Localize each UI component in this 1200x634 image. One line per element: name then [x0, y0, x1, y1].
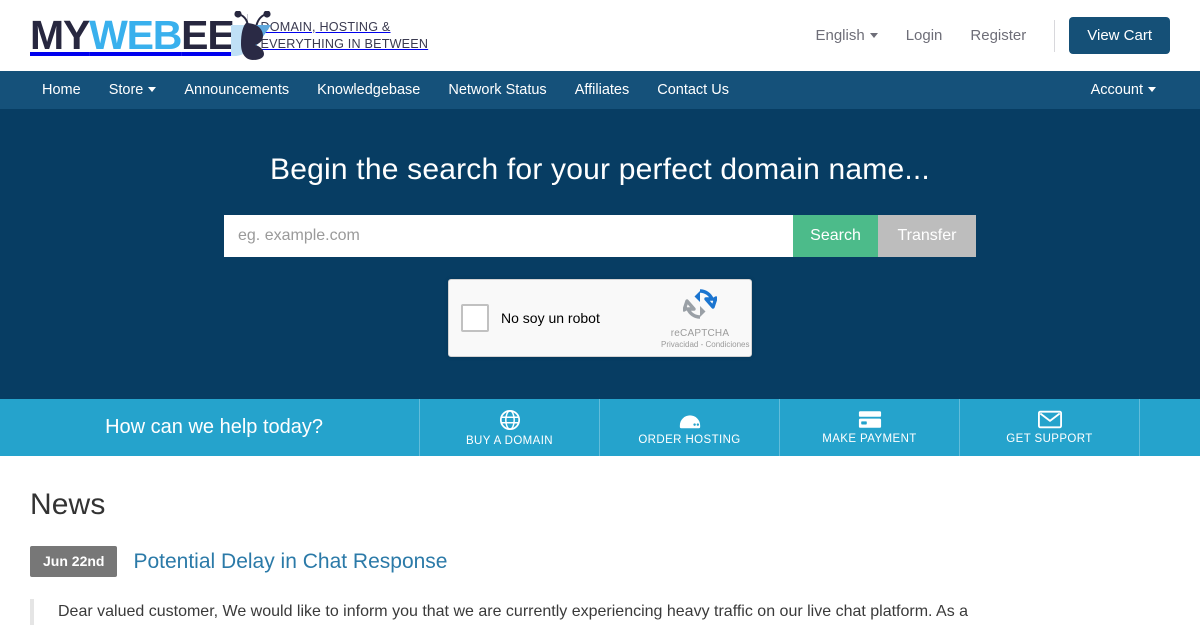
nav-item-account[interactable]: Account [1077, 71, 1170, 109]
nav-item-home[interactable]: Home [30, 71, 95, 109]
language-label: English [815, 27, 865, 44]
search-button[interactable]: Search [793, 215, 878, 257]
site-logo[interactable]: MYWEBEE DOMAIN, HOSTING & EVERYTHING IN … [30, 0, 428, 71]
nav-item-account-label: Account [1090, 82, 1143, 98]
recaptcha-checkbox[interactable] [461, 304, 489, 332]
news-title-link[interactable]: Potential Delay in Chat Response [133, 550, 447, 574]
domain-search-form: Search Transfer [224, 215, 976, 257]
help-action-label: MAKE PAYMENT [822, 433, 917, 445]
logo-text-web: WEB [89, 12, 182, 58]
view-cart-button[interactable]: View Cart [1069, 17, 1170, 54]
nav-item-contact-us[interactable]: Contact Us [643, 71, 743, 109]
language-selector[interactable]: English [801, 21, 891, 50]
bee-icon [231, 11, 271, 60]
hero-section: Begin the search for your perfect domain… [0, 109, 1200, 399]
chevron-down-icon [869, 33, 878, 38]
envelope-icon [1037, 410, 1062, 429]
top-bar: MYWEBEE DOMAIN, HOSTING & EVERYTHING IN … [0, 0, 1200, 71]
nav-item-announcements[interactable]: Announcements [170, 71, 303, 109]
recaptcha-logo-icon [682, 289, 718, 319]
nav-item-knowledgebase[interactable]: Knowledgebase [303, 71, 434, 109]
help-action-get-support[interactable]: GET SUPPORT [960, 399, 1140, 456]
help-action-label: ORDER HOSTING [638, 433, 741, 446]
chevron-down-icon [1148, 87, 1156, 92]
server-icon [679, 414, 700, 428]
logo-text-my: MY [30, 12, 90, 58]
help-action-make-payment[interactable]: MAKE PAYMENT [780, 399, 960, 456]
credit-card-icon [858, 411, 881, 428]
nav-item-network-status[interactable]: Network Status [434, 71, 560, 109]
top-bar-divider [1054, 19, 1056, 52]
logo-tagline-line2: EVERYTHING IN BETWEEN [260, 36, 429, 51]
help-action-label: BUY A DOMAIN [465, 434, 554, 447]
nav-item-store[interactable]: Store [95, 71, 171, 109]
nav-item-affiliates[interactable]: Affiliates [561, 71, 644, 109]
news-section: News Jun 22nd Potential Delay in Chat Re… [0, 456, 1200, 625]
news-body-text: Dear valued customer, We would like to i… [30, 599, 1170, 625]
quick-help-bar: How can we help today? BUY A DOMAIN ORDE… [0, 399, 1200, 456]
help-action-order-hosting[interactable]: ORDER HOSTING [600, 399, 780, 456]
transfer-button[interactable]: Transfer [878, 215, 976, 257]
globe-icon [499, 409, 520, 430]
recaptcha-widget[interactable]: No soy un robot reCAPTCHA Privacidad - C… [448, 279, 752, 357]
recaptcha-branding: reCAPTCHA Privacidad - Condiciones [661, 287, 750, 349]
recaptcha-label: No soy un robot [501, 310, 600, 326]
news-heading: News [30, 488, 106, 521]
recaptcha-legal-links[interactable]: Privacidad - Condiciones [661, 340, 750, 349]
main-navigation: Home Store Announcements Knowledgebase N… [0, 71, 1200, 109]
recaptcha-brand-text: reCAPTCHA [670, 328, 730, 339]
help-action-buy-a-domain[interactable]: BUY A DOMAIN [420, 399, 600, 456]
top-bar-right: English Login Register View Cart [801, 17, 1170, 54]
login-link[interactable]: Login [892, 21, 957, 50]
logo-tagline-line1: DOMAIN, HOSTING & [260, 19, 391, 34]
news-date-badge: Jun 22nd [30, 546, 118, 577]
chevron-down-icon [148, 87, 157, 92]
hero-title: Begin the search for your perfect domain… [270, 153, 930, 186]
logo-wordmark: MYWEBEE [30, 11, 271, 60]
nav-item-store-label: Store [108, 82, 144, 98]
news-item: Jun 22nd Potential Delay in Chat Respons… [30, 546, 1170, 577]
help-action-label: GET SUPPORT [1006, 433, 1093, 445]
register-link[interactable]: Register [956, 21, 1040, 50]
logo-tagline: DOMAIN, HOSTING & EVERYTHING IN BETWEEN [260, 19, 428, 52]
help-bar-spacer [1140, 399, 1200, 456]
help-bar-title: How can we help today? [0, 399, 420, 456]
domain-search-input[interactable] [224, 215, 793, 257]
